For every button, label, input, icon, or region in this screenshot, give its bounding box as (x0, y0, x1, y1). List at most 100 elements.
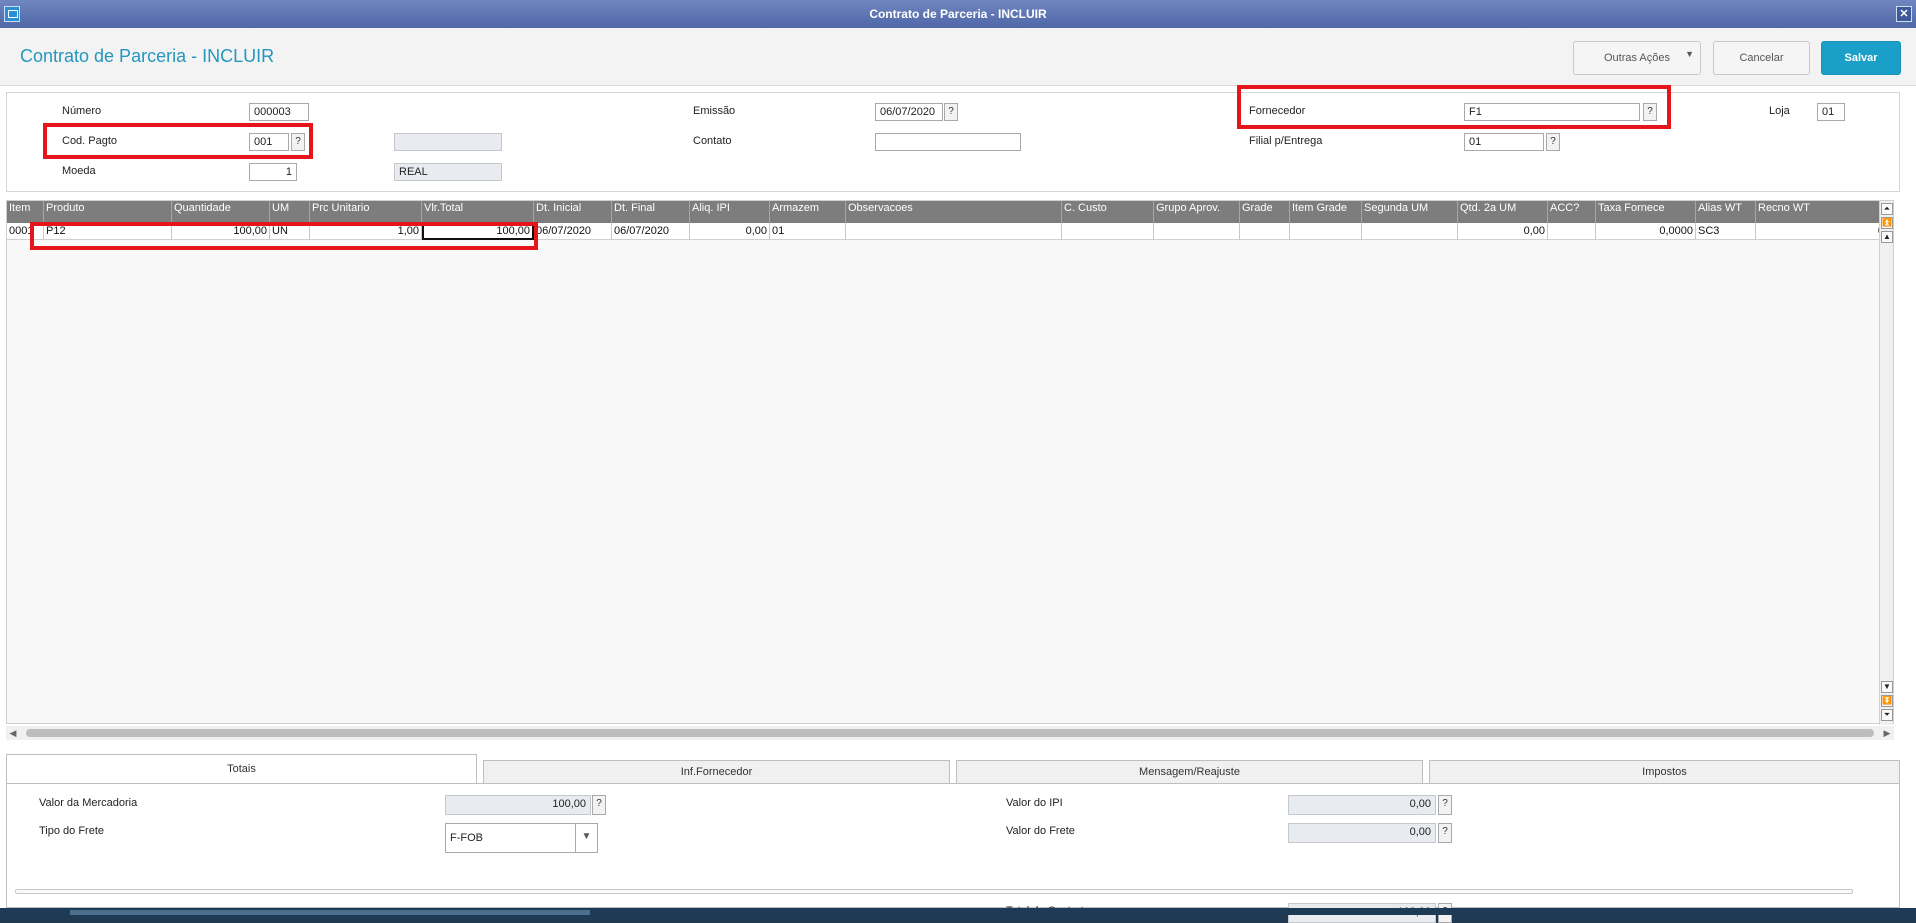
emissao-lookup-button[interactable]: ? (944, 103, 958, 121)
footer-tabs: Totais Inf.Fornecedor Mensagem/Reajuste … (6, 754, 1900, 784)
tipo-frete-value: F-FOB (450, 832, 483, 844)
cell-acc[interactable] (1548, 223, 1596, 240)
cell-grupo-aprov[interactable] (1154, 223, 1240, 240)
tab-totais[interactable]: Totais (6, 754, 477, 784)
column-header[interactable]: UM (270, 201, 310, 223)
contato-field[interactable] (875, 133, 1021, 151)
scroll-bottom-icon[interactable]: ⏷ (1881, 709, 1893, 721)
column-header[interactable]: Dt. Inicial (534, 201, 612, 223)
tab-impostos[interactable]: Impostos (1429, 760, 1900, 784)
grid-header: Item Produto Quantidade UM Prc Unitario … (7, 201, 1887, 223)
cancel-button[interactable]: Cancelar (1713, 41, 1810, 75)
cell-item-grade[interactable] (1290, 223, 1362, 240)
cod-pagto-lookup-button[interactable]: ? (291, 133, 305, 151)
numero-label: Número (62, 105, 102, 117)
cell-recno-wt[interactable]: 0 (1756, 223, 1887, 240)
cell-aliq-ipi[interactable]: 0,00 (690, 223, 770, 240)
cell-c-custo[interactable] (1062, 223, 1154, 240)
loja-field[interactable]: 01 (1817, 103, 1845, 121)
cell-taxa-fornece[interactable]: 0,0000 (1596, 223, 1696, 240)
cell-produto[interactable]: P12 (44, 223, 172, 240)
cell-um[interactable]: UN (270, 223, 310, 240)
filial-entrega-field[interactable]: 01 (1464, 133, 1544, 151)
page-header: Contrato de Parceria - INCLUIR Outras Aç… (0, 28, 1916, 86)
scroll-thumb[interactable] (26, 729, 1874, 737)
column-header[interactable]: Observacoes (846, 201, 1062, 223)
cod-pagto-label: Cod. Pagto (62, 135, 118, 147)
column-header[interactable]: Item (7, 201, 44, 223)
column-header[interactable]: Alias WT (1696, 201, 1756, 223)
tab-mensagem-reajuste[interactable]: Mensagem/Reajuste (956, 760, 1423, 784)
column-header[interactable]: Recno WT (1756, 201, 1887, 223)
emissao-field[interactable]: 06/07/2020 (875, 103, 943, 121)
valor-ipi-help-button[interactable]: ? (1438, 795, 1452, 815)
column-header[interactable]: Qtd. 2a UM (1458, 201, 1548, 223)
cell-grade[interactable] (1240, 223, 1290, 240)
scroll-page-up-icon[interactable]: ⏫ (1881, 217, 1893, 229)
column-header[interactable]: Prc Unitario (310, 201, 422, 223)
moeda-field[interactable]: 1 (249, 163, 297, 181)
contato-label: Contato (693, 135, 732, 147)
valor-mercadoria-help-button[interactable]: ? (592, 795, 606, 815)
valor-frete-help-button[interactable]: ? (1438, 823, 1452, 843)
valor-frete-field: 0,00 (1288, 823, 1436, 843)
grid-horizontal-scrollbar[interactable]: ◀ ▶ (6, 726, 1894, 740)
valor-mercadoria-field: 100,00 (445, 795, 591, 815)
filial-entrega-lookup-button[interactable]: ? (1546, 133, 1560, 151)
window-titlebar: Contrato de Parceria - INCLUIR ✕ (0, 0, 1916, 28)
column-header[interactable]: Armazem (770, 201, 846, 223)
close-icon[interactable]: ✕ (1896, 6, 1912, 22)
moeda-label: Moeda (62, 165, 96, 177)
fornecedor-field[interactable]: F1 (1464, 103, 1640, 121)
cell-armazem[interactable]: 01 (770, 223, 846, 240)
cell-quantidade[interactable]: 100,00 (172, 223, 270, 240)
taskbar-item[interactable] (70, 910, 590, 915)
app-client-area: Contrato de Parceria - INCLUIR Outras Aç… (0, 28, 1916, 923)
scroll-page-down-icon[interactable]: ⏬ (1881, 695, 1893, 707)
cod-pagto-description (394, 133, 502, 151)
column-header[interactable]: Aliq. IPI (690, 201, 770, 223)
items-grid[interactable]: Item Produto Quantidade UM Prc Unitario … (6, 200, 1894, 725)
valor-ipi-label: Valor do IPI (1006, 797, 1063, 809)
column-header[interactable]: Grupo Aprov. (1154, 201, 1240, 223)
cell-item[interactable]: 0001 (7, 223, 44, 240)
column-header[interactable]: Item Grade (1290, 201, 1362, 223)
outras-acoes-label: Outras Ações (1603, 52, 1671, 64)
column-header[interactable]: C. Custo (1062, 201, 1154, 223)
chevron-down-icon: ▼ (1685, 49, 1694, 59)
grid-vertical-scrollbar[interactable]: ⏶ ⏫ ▲ ▼ ⏬ ⏷ (1879, 201, 1893, 725)
cell-prc-unitario[interactable]: 1,00 (310, 223, 422, 240)
scroll-down-icon[interactable]: ▼ (1881, 681, 1893, 693)
column-header[interactable]: Dt. Final (612, 201, 690, 223)
column-header[interactable]: Quantidade (172, 201, 270, 223)
cell-vlr-total[interactable]: 100,00 (422, 223, 534, 240)
cell-qtd-2a-um[interactable]: 0,00 (1458, 223, 1548, 240)
column-header[interactable]: Taxa Fornece (1596, 201, 1696, 223)
column-header[interactable]: Segunda UM (1362, 201, 1458, 223)
column-header[interactable]: Produto (44, 201, 172, 223)
cell-observacoes[interactable] (846, 223, 1062, 240)
outras-acoes-button[interactable]: Outras Ações ▼ (1573, 41, 1701, 75)
scroll-top-icon[interactable]: ⏶ (1881, 203, 1893, 215)
cod-pagto-field[interactable]: 001 (249, 133, 289, 151)
scroll-up-icon[interactable]: ▲ (1881, 231, 1893, 243)
filial-entrega-label: Filial p/Entrega (1249, 135, 1323, 147)
numero-field[interactable]: 000003 (249, 103, 309, 121)
cell-dt-final[interactable]: 06/07/2020 (612, 223, 690, 240)
cell-dt-inicial[interactable]: 06/07/2020 (534, 223, 612, 240)
chevron-down-icon[interactable]: ▼ (575, 823, 597, 853)
tab-inf-fornecedor[interactable]: Inf.Fornecedor (483, 760, 950, 784)
cell-segunda-um[interactable] (1362, 223, 1458, 240)
scroll-left-icon[interactable]: ◀ (6, 726, 20, 740)
taskbar (0, 908, 1916, 915)
column-header[interactable]: Vlr.Total (422, 201, 534, 223)
scroll-right-icon[interactable]: ▶ (1880, 726, 1894, 740)
table-row[interactable]: 0001 P12 100,00 UN 1,00 100,00 06/07/202… (7, 223, 1887, 240)
cell-alias-wt[interactable]: SC3 (1696, 223, 1756, 240)
app-icon[interactable] (4, 6, 20, 22)
column-header[interactable]: ACC? (1548, 201, 1596, 223)
save-button[interactable]: Salvar (1821, 41, 1901, 75)
column-header[interactable]: Grade (1240, 201, 1290, 223)
loja-label: Loja (1769, 105, 1790, 117)
fornecedor-lookup-button[interactable]: ? (1643, 103, 1657, 121)
